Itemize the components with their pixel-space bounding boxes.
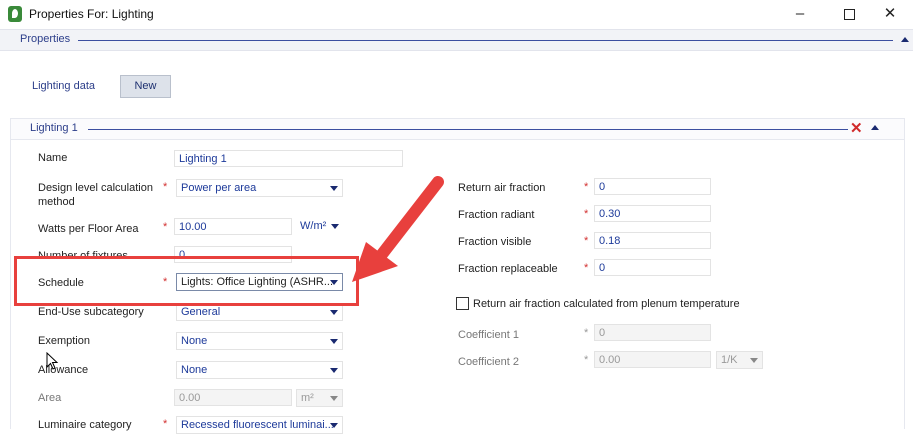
area-unit: m² (301, 392, 314, 404)
chevron-down-icon (330, 423, 338, 428)
coef2-field: 0.00 (594, 351, 711, 368)
required-marker: * (584, 181, 589, 193)
return-air-label: Return air fraction (458, 182, 546, 194)
allowance-select[interactable]: None (176, 361, 343, 379)
watts-field[interactable]: 10.00 (174, 218, 292, 235)
annotation-arrow-icon (352, 176, 444, 282)
section-divider (88, 129, 848, 130)
visible-label: Fraction visible (458, 236, 532, 248)
required-marker: * (584, 235, 589, 247)
chevron-down-icon (330, 339, 338, 344)
watts-unit-select[interactable]: W/m² (296, 218, 343, 236)
window-title: Properties For: Lighting (29, 7, 154, 21)
properties-divider (78, 40, 893, 41)
watts-label: Watts per Floor Area (38, 223, 139, 235)
name-field[interactable]: Lighting 1 (174, 150, 403, 167)
design-level-label: Design level calculation method (38, 181, 153, 209)
maximize-icon[interactable] (826, 0, 872, 28)
required-marker: * (163, 221, 168, 233)
coef2-unit-select: 1/K (716, 351, 763, 369)
required-marker: * (584, 262, 589, 274)
annotation-highlight-box (14, 256, 359, 306)
return-air-field[interactable]: 0 (594, 178, 711, 195)
new-button[interactable]: New (120, 75, 171, 98)
chevron-down-icon (330, 368, 338, 373)
area-field: 0.00 (174, 389, 292, 406)
coef1-label: Coefficient 1 (458, 329, 519, 341)
lighting-data-label: Lighting data (32, 80, 95, 92)
exemption-value: None (181, 335, 208, 347)
name-label: Name (38, 152, 68, 164)
delete-section-icon[interactable]: ✕ (850, 119, 863, 137)
design-level-value: Power per area (181, 182, 257, 194)
coef2-unit: 1/K (721, 354, 738, 366)
properties-label: Properties (20, 33, 71, 45)
minimize-icon[interactable]: – (777, 0, 823, 28)
mouse-cursor-icon (46, 352, 59, 370)
enduse-value: General (181, 306, 221, 318)
chevron-down-icon (330, 186, 338, 191)
chevron-down-icon (330, 396, 338, 401)
visible-field[interactable]: 0.18 (594, 232, 711, 249)
required-marker: * (584, 327, 589, 339)
area-unit-select: m² (296, 389, 343, 407)
plenum-checkbox-label: Return air fraction calculated from plen… (473, 298, 740, 310)
luminaire-value: Recessed fluorescent luminai... (181, 419, 334, 431)
radiant-field[interactable]: 0.30 (594, 205, 711, 222)
required-marker: * (163, 181, 168, 193)
design-level-label-line2: method (38, 196, 75, 208)
exemption-select[interactable]: None (176, 332, 343, 350)
chevron-down-icon (331, 224, 339, 229)
required-marker: * (584, 208, 589, 220)
luminaire-select[interactable]: Recessed fluorescent luminai... (176, 416, 343, 434)
close-icon[interactable]: ✕ (867, 0, 913, 28)
replaceable-label: Fraction replaceable (458, 263, 558, 275)
watts-unit: W/m² (300, 220, 327, 232)
required-marker: * (163, 418, 168, 430)
design-level-label-line1: Design level calculation (38, 182, 153, 194)
plenum-checkbox[interactable] (456, 297, 469, 310)
exemption-label: Exemption (38, 335, 90, 347)
coef2-label: Coefficient 2 (458, 356, 519, 368)
collapse-properties-icon[interactable] (901, 37, 909, 42)
section-title: Lighting 1 (30, 122, 78, 134)
design-level-select[interactable]: Power per area (176, 179, 343, 197)
required-marker: * (584, 354, 589, 366)
chevron-down-icon (330, 310, 338, 315)
allowance-value: None (181, 364, 208, 376)
chevron-down-icon (750, 358, 758, 363)
coef1-field: 0 (594, 324, 711, 341)
luminaire-label: Luminaire category (38, 419, 132, 431)
radiant-label: Fraction radiant (458, 209, 535, 221)
enduse-label: End-Use subcategory (38, 306, 144, 318)
replaceable-field[interactable]: 0 (594, 259, 711, 276)
collapse-section-icon[interactable] (871, 125, 879, 130)
area-label: Area (38, 392, 62, 404)
app-leaf-icon (8, 6, 22, 22)
